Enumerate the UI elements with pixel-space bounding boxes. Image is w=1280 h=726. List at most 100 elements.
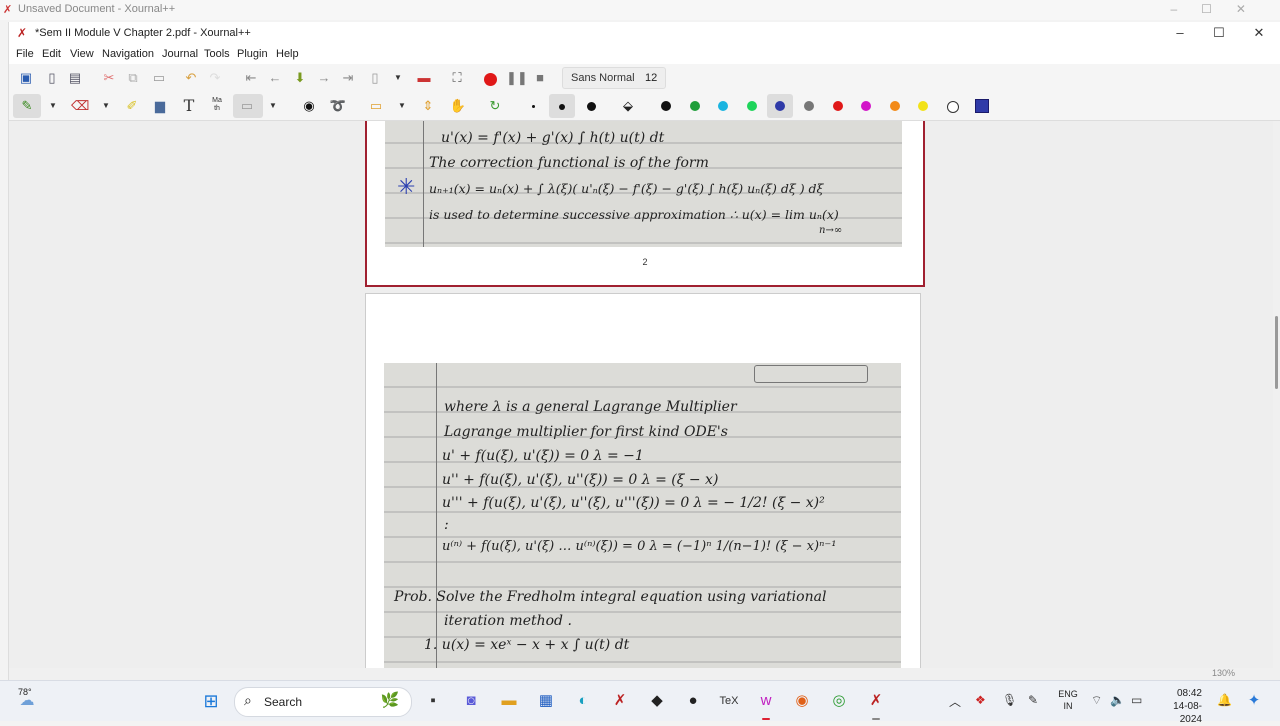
paste-icon[interactable]: ▭	[150, 69, 168, 87]
github-icon[interactable]: ●	[681, 689, 705, 713]
tray-chevron-icon[interactable]: ︿	[949, 693, 961, 710]
menu-edit[interactable]: Edit	[42, 48, 61, 60]
chrome-icon[interactable]: ◎	[827, 689, 851, 713]
cut-icon[interactable]: ✂	[100, 69, 118, 87]
color-swatch[interactable]	[804, 101, 814, 111]
app-icon[interactable]: ◆	[645, 689, 669, 713]
microphone-icon[interactable]: 🎙	[1002, 693, 1017, 707]
file-explorer-icon[interactable]: ▬	[497, 689, 521, 713]
note-line: u' + f(u(ξ), u'(ξ)) = 0 λ = −1	[442, 448, 644, 464]
pen-tray-icon[interactable]: ✎	[1028, 693, 1038, 707]
record-icon[interactable]	[484, 73, 497, 86]
menu-journal[interactable]: Journal	[162, 48, 198, 60]
page-2[interactable]: ✳ u'(x) = f'(x) + g'(x) ∫ h(t) u(t) dt T…	[365, 121, 925, 287]
math-tool-icon[interactable]: Ma th	[208, 97, 226, 115]
color-swatch[interactable]	[889, 101, 900, 111]
color-swatch[interactable]	[661, 101, 671, 111]
task-view-icon[interactable]: ▪	[421, 689, 445, 713]
clock[interactable]: 08:42 14-08-2024	[1152, 687, 1202, 726]
highlighter-icon[interactable]: ✐	[123, 97, 141, 115]
text-tool-icon[interactable]: T	[180, 97, 198, 115]
close-button[interactable]: ✕	[1249, 25, 1269, 41]
thick-line-icon[interactable]	[587, 102, 596, 111]
fill-icon[interactable]: ⬙	[619, 97, 637, 115]
chat-icon[interactable]: ◙	[459, 689, 483, 713]
refresh-icon[interactable]: ↻	[486, 97, 504, 115]
previous-page-icon[interactable]: ←	[266, 69, 284, 87]
font-name: Sans Normal	[571, 72, 635, 84]
insert-page-icon[interactable]: ▯	[366, 69, 384, 87]
color-swatch[interactable]	[918, 101, 929, 111]
start-icon[interactable]: ⊞	[199, 689, 223, 713]
image-icon[interactable]: ▆	[151, 97, 169, 115]
custom-color-button[interactable]	[975, 99, 989, 113]
wifi-icon[interactable]: ⌔	[1091, 693, 1102, 708]
menu-plugin[interactable]: Plugin	[237, 48, 268, 60]
hand-icon[interactable]: ✋	[449, 97, 467, 115]
next-page-icon[interactable]: →	[315, 69, 333, 87]
scroll-thumb[interactable]	[1275, 316, 1278, 389]
maximize-button[interactable]: ☐	[1209, 25, 1229, 41]
tex-icon[interactable]: TeX	[717, 689, 741, 713]
delete-page-icon[interactable]: ▬	[415, 69, 433, 87]
firefox-icon[interactable]: ◉	[790, 689, 814, 713]
stop-icon[interactable]: ■	[531, 69, 549, 87]
dropbox-icon[interactable]: ❖	[975, 693, 986, 707]
eraser-dropdown-icon[interactable]: ▼	[101, 97, 111, 115]
xournal-running-icon[interactable]: ✗	[864, 689, 888, 713]
copilot-icon[interactable]: ✦	[1242, 689, 1266, 713]
minimize-button[interactable]: –	[1170, 25, 1190, 41]
menu-help[interactable]: Help	[276, 48, 299, 60]
spline-icon[interactable]: ➰	[329, 97, 347, 115]
note-line: u''' + f(u(ξ), u'(ξ), u''(ξ), u'''(ξ)) =…	[442, 495, 825, 511]
horizontal-scrollbar[interactable]: 130%	[9, 668, 1280, 680]
color-swatch[interactable]	[718, 101, 729, 111]
font-selector[interactable]: Sans Normal 12	[562, 67, 666, 89]
first-page-icon[interactable]: ⇤	[242, 69, 260, 87]
redo-icon[interactable]: ↷	[206, 69, 224, 87]
goto-page-icon[interactable]: ⬇	[291, 69, 309, 87]
eraser-icon[interactable]: ⌫	[71, 97, 89, 115]
menu-navigation[interactable]: Navigation	[102, 48, 154, 60]
thin-line-icon[interactable]	[532, 105, 535, 108]
save-icon[interactable]: ▣	[17, 69, 35, 87]
select-dropdown-icon[interactable]: ▼	[397, 97, 407, 115]
open-icon[interactable]: ▤	[66, 69, 84, 87]
battery-icon[interactable]: ▭	[1131, 693, 1142, 707]
store-icon[interactable]: ▦	[534, 689, 558, 713]
margin-line	[436, 363, 437, 669]
shape-tool-icon[interactable]: ▭	[238, 97, 256, 115]
xournal-taskbar-icon[interactable]: ✗	[608, 689, 632, 713]
volume-icon[interactable]: 🔈	[1110, 693, 1125, 707]
pen-icon[interactable]: ✎	[18, 97, 36, 115]
w-app-icon[interactable]: w	[754, 689, 778, 713]
ruler-icon[interactable]: ◉	[300, 97, 318, 115]
font-size: 12	[645, 72, 658, 84]
pen-dropdown-icon[interactable]: ▼	[48, 97, 58, 115]
insert-page-dropdown-icon[interactable]: ▼	[393, 69, 403, 87]
last-page-icon[interactable]: ⇥	[339, 69, 357, 87]
shape-dropdown-icon[interactable]: ▼	[268, 97, 278, 115]
page-3[interactable]: where λ is a general Lagrange Multiplier…	[365, 293, 921, 669]
new-document-icon[interactable]: ▯	[43, 69, 61, 87]
color-swatch[interactable]	[947, 101, 959, 113]
vertical-space-icon[interactable]: ⇕	[419, 97, 437, 115]
pause-icon[interactable]: ❚❚	[506, 69, 528, 87]
menu-view[interactable]: View	[70, 48, 94, 60]
edge-icon[interactable]: ◐	[571, 689, 595, 713]
select-rect-icon[interactable]: ▭	[367, 97, 385, 115]
menu-file[interactable]: File	[16, 48, 34, 60]
menu-tools[interactable]: Tools	[204, 48, 230, 60]
language-indicator[interactable]: ENG IN	[1057, 688, 1079, 712]
undo-icon[interactable]: ↶	[182, 69, 200, 87]
color-swatch[interactable]	[861, 101, 872, 111]
fullscreen-icon[interactable]: ⛶	[448, 69, 466, 87]
color-swatch[interactable]	[746, 101, 757, 111]
color-swatch[interactable]	[832, 101, 843, 111]
document-canvas[interactable]: ✳ u'(x) = f'(x) + g'(x) ∫ h(t) u(t) dt T…	[9, 121, 1273, 669]
notification-icon[interactable]: 🔔	[1217, 693, 1232, 707]
color-swatch[interactable]	[689, 101, 700, 111]
medium-line-icon[interactable]	[559, 104, 565, 110]
vertical-scrollbar[interactable]	[1273, 121, 1280, 669]
copy-icon[interactable]: ⧉	[124, 69, 142, 87]
